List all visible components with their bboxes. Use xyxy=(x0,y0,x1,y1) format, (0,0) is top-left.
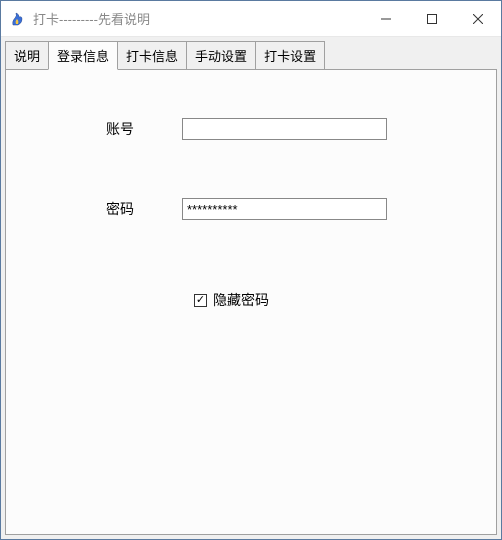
checkmark-icon: ✓ xyxy=(196,295,205,306)
tab-punch-settings[interactable]: 打卡设置 xyxy=(255,41,325,70)
account-input[interactable] xyxy=(182,118,387,140)
window-controls xyxy=(363,1,501,36)
password-label: 密码 xyxy=(106,199,166,219)
tab-punch-info[interactable]: 打卡信息 xyxy=(117,41,187,70)
hide-password-checkbox-wrap[interactable]: ✓ 隐藏密码 xyxy=(194,290,269,310)
password-input[interactable] xyxy=(182,198,387,220)
tab-login-info[interactable]: 登录信息 xyxy=(48,41,118,70)
hide-password-label: 隐藏密码 xyxy=(213,290,269,310)
app-icon xyxy=(9,10,27,28)
hide-password-checkbox[interactable]: ✓ xyxy=(194,294,207,307)
minimize-button[interactable] xyxy=(363,1,409,36)
tab-panel-login-info: 账号 密码 ✓ 隐藏密码 xyxy=(5,69,497,535)
window-title: 打卡---------先看说明 xyxy=(33,9,363,28)
titlebar: 打卡---------先看说明 xyxy=(1,1,501,37)
close-button[interactable] xyxy=(455,1,501,36)
tab-instructions[interactable]: 说明 xyxy=(5,41,49,70)
tabstrip: 说明 登录信息 打卡信息 手动设置 打卡设置 xyxy=(5,41,497,70)
client-area: 说明 登录信息 打卡信息 手动设置 打卡设置 账号 密码 ✓ 隐藏密码 xyxy=(1,37,501,539)
account-row: 账号 xyxy=(106,118,387,140)
maximize-button[interactable] xyxy=(409,1,455,36)
tab-manual-settings[interactable]: 手动设置 xyxy=(186,41,256,70)
account-label: 账号 xyxy=(106,119,166,139)
app-window: 打卡---------先看说明 说明 登录信息 打卡信息 手动设置 打卡设置 账… xyxy=(0,0,502,540)
password-row: 密码 xyxy=(106,198,387,220)
hide-password-row: ✓ 隐藏密码 xyxy=(194,290,269,310)
